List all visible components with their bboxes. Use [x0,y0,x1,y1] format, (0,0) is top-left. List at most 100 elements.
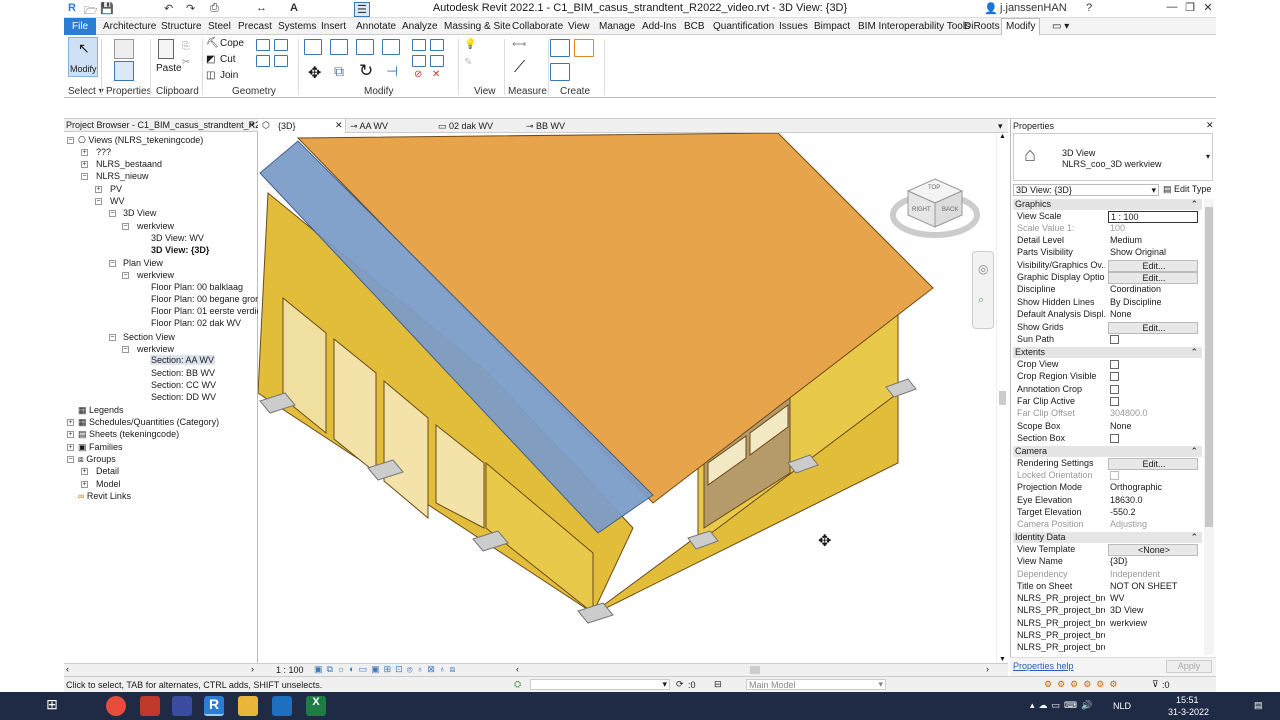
expand-icon[interactable]: + [67,419,74,426]
create-parts-icon[interactable] [550,63,570,81]
paste-icon[interactable] [158,39,174,59]
create-assembly-icon[interactable] [550,39,570,57]
prop-row[interactable]: Visibility/Graphics Ov... Edit... [1013,260,1198,272]
tree-item[interactable]: 3D View [123,208,156,218]
hscroll-thumb[interactable] [750,666,760,674]
tree-item[interactable]: ⧈ Groups [78,454,116,465]
expand-icon[interactable]: + [67,431,74,438]
chrome-icon[interactable] [106,696,126,716]
tab-issues[interactable]: Issues [779,21,808,32]
split-icon[interactable] [412,39,426,51]
tree-item[interactable]: ▦ Legends [78,405,124,416]
category-identity[interactable]: Identity Data ⌃ [1013,532,1202,543]
prop-row[interactable]: Detail Level Medium [1013,235,1197,247]
tree-item[interactable]: ▦ Schedules/Quantities (Category) [78,417,219,428]
minimize-icon[interactable]: — [1164,1,1180,13]
tree-item[interactable]: NLRS_nieuw [96,171,149,181]
expand-icon[interactable]: + [95,186,102,193]
crop-view-checkbox[interactable] [1110,360,1119,369]
tab-structure[interactable]: Structure [161,21,202,32]
cope-label[interactable]: Cope [220,38,244,49]
section-box-checkbox[interactable] [1110,434,1119,443]
move-icon[interactable]: ✥ [308,63,321,83]
expand-icon[interactable]: + [81,161,88,168]
prop-row[interactable]: NLRS_PR_project_bro... [1013,642,1197,654]
user-name[interactable]: j.janssenHAN [1000,2,1067,14]
prop-value[interactable]: WV [1108,593,1198,605]
collapse-icon[interactable]: − [67,137,74,144]
collapse-icon[interactable]: − [122,346,129,353]
tab-add-ins[interactable]: Add-Ins [642,21,676,32]
category-graphics[interactable]: Graphics ⌃ [1013,199,1202,210]
prop-value[interactable] [1108,630,1198,642]
edit-button[interactable]: Edit... [1108,272,1198,284]
cope-icon[interactable]: ⛏ [206,38,219,49]
tab-overflow-icon[interactable]: ▾ [998,121,1003,132]
collapse-icon[interactable]: − [95,198,102,205]
tree-item[interactable]: werkview [137,344,174,354]
collapse-category-icon[interactable]: ⌃ [1190,532,1198,543]
tree-item[interactable]: 3D View: WV [151,233,204,243]
view-control-icons[interactable]: ▣⧉☼◐▭▣⊞⊡⦾♁⊠♁⧈ [314,664,459,675]
expand-icon[interactable]: + [67,444,74,451]
type-properties-icon[interactable] [114,39,134,59]
prop-row[interactable]: Show Hidden Lines By Discipline [1013,297,1197,309]
filter-icon[interactable]: ⊽ [1152,679,1159,690]
tree-item[interactable]: Floor Plan: 00 balklaag [151,282,243,292]
rotate-icon[interactable]: ↻ [359,61,373,81]
collapse-icon[interactable]: − [67,456,74,463]
prop-value[interactable]: None [1108,421,1198,433]
cut-icon[interactable]: ◩ [206,54,215,65]
restore-icon[interactable]: ❐ [1182,1,1198,14]
join-label[interactable]: Join [220,70,238,81]
wall-joins-icon[interactable] [256,55,270,67]
outlook-icon[interactable] [272,696,292,716]
category-extents[interactable]: Extents ⌃ [1013,347,1202,358]
tree-item[interactable]: PV [110,184,122,194]
apply-button[interactable]: Apply [1166,660,1212,673]
tree-item-selected[interactable]: Section: AA WV [150,355,216,365]
tree-item[interactable]: Model [96,479,121,489]
tree-item[interactable]: Floor Plan: 02 dak WV [151,318,241,328]
tree-item-active-view[interactable]: 3D View: {3D} [151,245,209,255]
tab-diroots[interactable]: DiRoots [964,21,1000,32]
design-options-icon[interactable]: ⊟ [714,679,722,690]
prop-value[interactable]: NOT ON SHEET [1108,581,1198,593]
tab-view-3d[interactable]: ⬡ {3D} ✕ [258,119,346,133]
zoom-icon[interactable]: ⌕ [978,294,984,307]
close-window-icon[interactable]: ✕ [1200,1,1216,14]
prop-value[interactable] [1108,642,1198,654]
excel-icon[interactable]: X [306,696,326,716]
file-explorer-icon[interactable] [238,696,258,716]
canvas-scrollbar[interactable]: ▲ ▼ [996,133,1008,663]
prop-value[interactable]: By Discipline [1108,297,1198,309]
revit-taskbar-icon[interactable]: R [204,696,224,716]
view-scale[interactable]: 1 : 100 [276,665,304,675]
override-icon[interactable]: ✎ [464,57,472,68]
language-indicator[interactable]: NLD [1113,701,1131,711]
sun-path-checkbox[interactable] [1110,335,1119,344]
tree-item[interactable]: Section: BB WV [151,368,215,378]
prop-row[interactable]: Discipline Coordination [1013,284,1197,296]
prop-value[interactable]: Coordination [1108,284,1198,296]
cut-clipboard-icon[interactable]: ✂ [182,57,190,68]
tree-item[interactable]: ∞ Revit Links [78,491,131,501]
annotation-crop-checkbox[interactable] [1110,385,1119,394]
scroll-right-icon[interactable]: › [251,664,254,674]
prop-value[interactable]: -550.2 [1108,507,1198,519]
tab-modify[interactable]: Modify [1001,18,1041,36]
hscroll-left-icon[interactable]: ‹ [516,664,519,674]
split-face-icon[interactable] [256,39,270,51]
edit-button[interactable]: Edit... [1108,260,1198,272]
tab-steel[interactable]: Steel [208,21,231,32]
crop-region-checkbox[interactable] [1110,372,1119,381]
tab-view-02-dak[interactable]: ▭ 02 dak WV [438,121,493,132]
scroll-down-icon[interactable]: ▼ [999,656,1006,663]
edit-type-button[interactable]: ▤ Edit Type [1163,184,1211,195]
prop-row[interactable]: Title on Sheet NOT ON SHEET [1013,581,1197,593]
trim-icon[interactable]: ⊣ [386,63,398,80]
paint-icon[interactable] [274,39,288,51]
start-icon[interactable]: ⊞ [42,696,62,716]
prop-value[interactable]: Orthographic [1108,482,1198,494]
prop-row[interactable]: Far Clip Active [1013,396,1197,408]
